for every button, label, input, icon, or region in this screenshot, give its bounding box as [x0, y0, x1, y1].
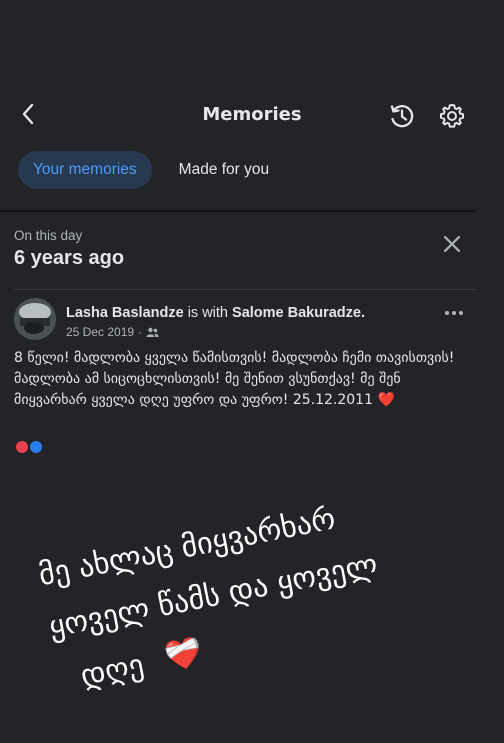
post-author-link[interactable]: Lasha Baslandze: [66, 305, 184, 321]
mending-heart-emoji: ❤️‍🩹: [162, 634, 206, 676]
section-divider: [0, 210, 476, 212]
avatar-photo: [14, 298, 56, 340]
friends-icon: [146, 327, 159, 337]
overlay-line-1: მე ახლაც მიყვარხარ: [36, 501, 338, 593]
history-button[interactable]: [386, 100, 418, 132]
gear-icon: [440, 104, 464, 128]
on-this-day-label: On this day: [14, 228, 83, 243]
post-text: 8 წელი! მადლობა ყველა წამისთვის! მადლობა…: [14, 348, 476, 411]
tab-your-memories[interactable]: Your memories: [18, 151, 152, 189]
heart-emoji: ❤️: [377, 392, 395, 408]
page-title: Memories: [202, 104, 302, 125]
reaction-icons[interactable]: [16, 441, 56, 453]
like-reaction-icon: [30, 441, 42, 453]
more-dot-icon: [445, 311, 449, 315]
tab-made-for-you[interactable]: Made for you: [164, 151, 284, 189]
post-header: Lasha Baslandze is with Salome Bakuradze…: [66, 305, 365, 321]
overlay-line-2: ყოველ წამს და ყოველ: [46, 547, 380, 645]
overlay-line-3: დღე: [78, 648, 147, 694]
love-reaction-icon: [16, 441, 28, 453]
card-separator: [14, 289, 476, 290]
memories-tabs: Your memories Made for you: [18, 151, 284, 189]
years-ago-heading: 6 years ago: [14, 247, 125, 269]
dismiss-memory-button[interactable]: [438, 230, 466, 258]
post-date[interactable]: 25 Dec 2019: [66, 325, 134, 339]
post-meta: 25 Dec 2019 ·: [66, 325, 159, 339]
avatar[interactable]: [14, 298, 56, 340]
post-more-options-button[interactable]: [440, 304, 468, 322]
settings-button[interactable]: [436, 100, 468, 132]
history-icon: [390, 104, 414, 128]
close-icon: [443, 235, 461, 253]
tagged-person-link[interactable]: Salome Bakuradze.: [232, 305, 365, 321]
with-text: is with: [187, 305, 228, 321]
top-bar: Memories: [0, 92, 504, 138]
